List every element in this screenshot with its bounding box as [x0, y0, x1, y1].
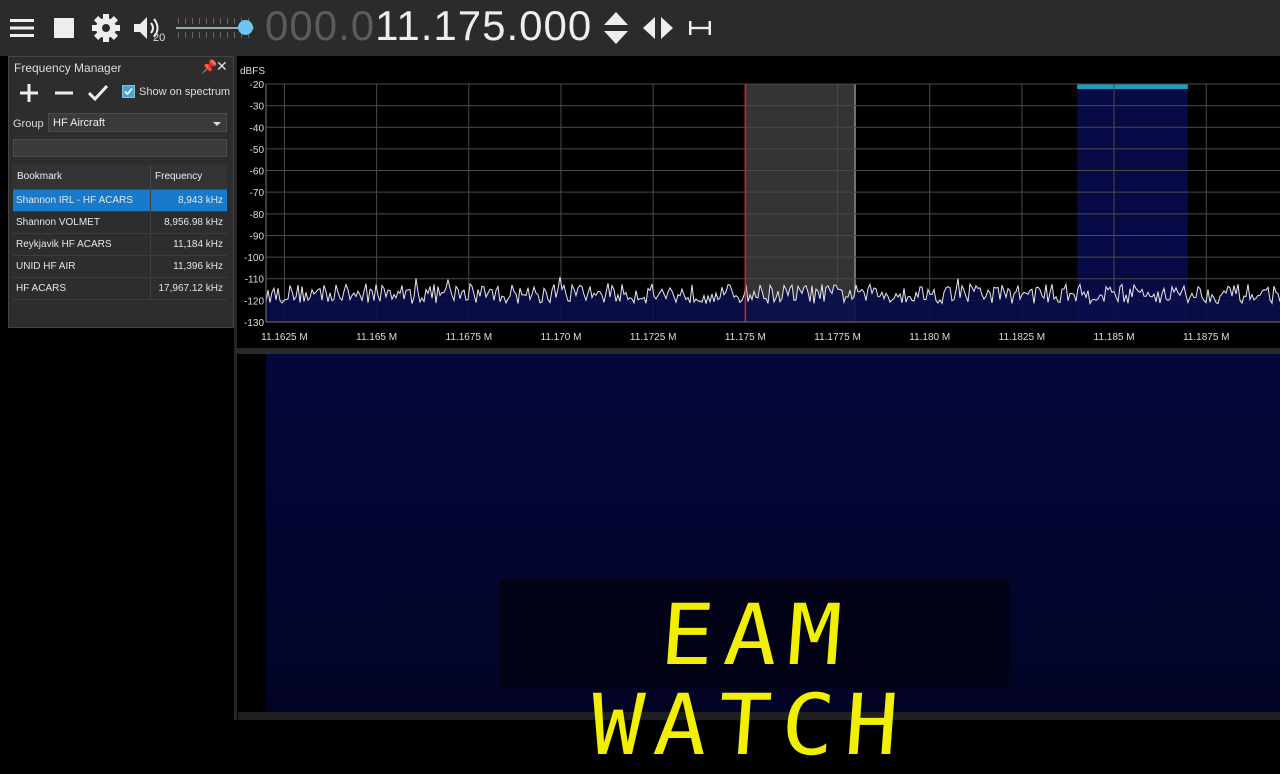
db-tick-label: -50	[250, 145, 265, 156]
spectrum-canvas[interactable]: -20 -30 -40 -50 -60 -70 -80 -90 -100 -110 -120 -130…	[238, 56, 1280, 348]
bookmark-band	[1077, 84, 1188, 322]
bookmark-name: Reykjavik HF ACARS	[13, 234, 151, 255]
bookmark-frequency: 8,943 kHz	[177, 195, 223, 206]
group-select[interactable]: HF Aircraft	[48, 113, 227, 132]
table-header: Bookmark Frequency	[13, 165, 227, 190]
apply-bookmark-button[interactable]	[83, 81, 113, 105]
table-row[interactable]: HF ACARS 17,967.12 kHz	[13, 278, 227, 300]
freq-tick-label: 11.1675 M	[446, 332, 493, 343]
gear-icon[interactable]	[88, 8, 124, 48]
table-row[interactable]: Shannon VOLMET 8,956.98 kHz	[13, 212, 227, 234]
db-tick-label: -90	[250, 231, 265, 242]
bookmark-marker	[1077, 84, 1188, 89]
frequency-display[interactable]: 000.011.175.000	[265, 2, 592, 50]
table-row[interactable]: Shannon IRL - HF ACARS 8,943 kHz	[13, 190, 227, 212]
db-tick-label: -70	[250, 188, 265, 199]
toolbar: 20 000.011.175.000	[0, 0, 1280, 56]
bookmark-frequency: 17,967.12 kHz	[158, 283, 224, 294]
db-tick-label: -60	[250, 167, 265, 178]
bookmark-name: UNID HF AIR	[13, 256, 151, 277]
bookmark-name: HF ACARS	[13, 278, 151, 299]
show-on-spectrum-checkbox[interactable]: Show on spectrum	[122, 85, 230, 98]
show-on-spectrum-label: Show on spectrum	[139, 85, 231, 98]
pin-icon[interactable]: 📌	[201, 59, 217, 75]
bookmark-frequency: 11,184 kHz	[173, 239, 223, 250]
freq-tick-label: 11.180 M	[909, 332, 950, 343]
span-icon[interactable]	[682, 8, 718, 48]
db-tick-label: -30	[250, 102, 265, 113]
freq-tick-label: 11.165 M	[356, 332, 397, 343]
video-caption: EAM WATCH	[587, 586, 913, 774]
freq-tick-label: 11.1725 M	[630, 332, 677, 343]
dbfs-axis-label: dBFS	[240, 66, 265, 77]
group-label: Group	[13, 118, 44, 130]
bookmark-name: Shannon IRL - HF ACARS	[13, 190, 151, 211]
bookmark-table: Bookmark Frequency Shannon IRL - HF ACAR…	[13, 165, 227, 300]
hamburger-menu-icon[interactable]	[4, 8, 40, 48]
frequency-manager-panel: Frequency Manager 📌 ✕ Show on spectrum G…	[8, 56, 234, 328]
panel-title: Frequency Manager	[14, 61, 122, 75]
freq-tick-label: 11.1775 M	[814, 332, 861, 343]
volume-slider-handle[interactable]	[237, 20, 253, 35]
bookmark-name: Shannon VOLMET	[13, 212, 151, 233]
table-row[interactable]: Reykjavik HF ACARS 11,184 kHz	[13, 234, 227, 256]
db-tick-label: -20	[250, 80, 265, 91]
freq-tick-label: 11.170 M	[541, 332, 582, 343]
group-selected-value: HF Aircraft	[53, 117, 105, 129]
volume-level: 20	[153, 32, 166, 44]
bookmark-frequency: 8,956.98 kHz	[164, 217, 223, 228]
db-tick-label: -40	[250, 123, 265, 134]
bookmark-frequency: 11,396 kHz	[173, 261, 223, 272]
up-down-arrows-icon[interactable]	[598, 8, 634, 48]
freq-tick-label: 11.1875 M	[1183, 332, 1230, 343]
close-icon[interactable]: ✕	[216, 58, 228, 75]
volume-slider[interactable]	[176, 14, 262, 42]
fft-spectrum-plot[interactable]: -20 -30 -40 -50 -60 -70 -80 -90 -100 -110 -120 -130…	[238, 56, 1280, 348]
freq-tick-label: 11.175 M	[725, 332, 766, 343]
filter-passband	[745, 84, 856, 322]
left-right-arrows-icon[interactable]	[640, 8, 676, 48]
column-header-frequency[interactable]: Frequency	[151, 165, 227, 189]
db-tick-label: -130	[244, 318, 264, 329]
db-tick-label: -100	[244, 253, 264, 264]
freq-tick-label: 11.185 M	[1094, 332, 1135, 343]
stop-icon[interactable]	[46, 8, 82, 48]
chevron-down-icon	[213, 122, 221, 126]
db-tick-label: -80	[250, 210, 265, 221]
add-bookmark-button[interactable]	[14, 81, 44, 105]
column-header-bookmark[interactable]: Bookmark	[13, 165, 151, 189]
freq-tick-label: 11.1825 M	[999, 332, 1046, 343]
remove-bookmark-button[interactable]	[49, 81, 79, 105]
db-tick-label: -110	[245, 275, 265, 286]
checkbox-checked-icon[interactable]	[122, 85, 135, 98]
table-row[interactable]: UNID HF AIR 11,396 kHz	[13, 256, 227, 278]
frequency-leading-digits[interactable]: 000.0	[265, 2, 375, 49]
panel-divider[interactable]	[234, 56, 237, 720]
freq-tick-label: 11.1625 M	[261, 332, 308, 343]
db-tick-label: -120	[244, 296, 264, 307]
frequency-value[interactable]: 11.175.000	[375, 2, 592, 49]
bookmark-search-input[interactable]	[13, 139, 227, 157]
